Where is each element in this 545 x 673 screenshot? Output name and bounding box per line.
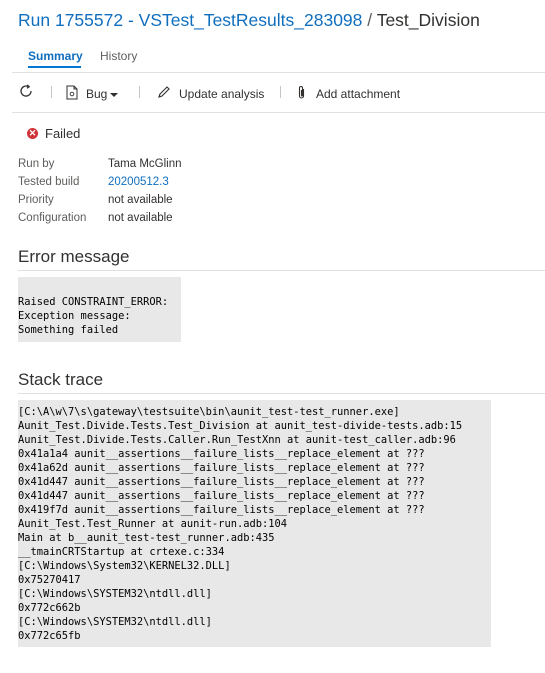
toolbar-separator	[51, 86, 52, 98]
toolbar-separator	[139, 86, 140, 98]
toolbar-separator	[280, 86, 281, 98]
stack-line: 0x419f7d aunit__assertions__failure_list…	[18, 504, 425, 516]
stack-line: [C:\A\w\7\s\gateway\testsuite\bin\aunit_…	[18, 406, 400, 418]
stack-line: 0x772c662b	[18, 602, 81, 614]
active-tab-indicator	[28, 66, 81, 68]
caret-down-icon	[110, 87, 119, 101]
stack-line: __tmainCRTStartup at crtexe.c:334	[18, 546, 225, 558]
stack-line: 0x772c65fb	[18, 630, 81, 642]
configuration-value: not available	[108, 212, 173, 224]
stack-line: [C:\Windows\SYSTEM32\ntdll.dll]	[18, 588, 212, 600]
stack-line: Aunit_Test.Divide.Tests.Caller.Run_TestX…	[18, 434, 456, 446]
priority-label: Priority	[18, 194, 54, 206]
error-message-box: Raised CONSTRAINT_ERROR: Exception messa…	[18, 277, 181, 342]
stack-line: 0x41d447 aunit__assertions__failure_list…	[18, 476, 425, 488]
stack-line: [C:\Windows\System32\KERNEL32.DLL]	[18, 560, 231, 572]
tab-history[interactable]: History	[100, 49, 137, 63]
run-by-value: Tama McGlinn	[108, 158, 182, 170]
stack-trace-lines: [C:\A\w\7\s\gateway\testsuite\bin\aunit_…	[18, 405, 462, 643]
stack-line: Aunit_Test.Test_Runner at aunit-run.adb:…	[18, 518, 287, 530]
status-label: Failed	[45, 126, 81, 141]
outcome-status: ✕ Failed	[27, 126, 80, 141]
stack-line: [C:\Windows\SYSTEM32\ntdll.dll]	[18, 616, 212, 628]
error-line: Exception message:	[18, 310, 131, 322]
failed-x-icon: ✕	[27, 128, 38, 139]
stack-trace-box: [C:\A\w\7\s\gateway\testsuite\bin\aunit_…	[18, 400, 491, 647]
refresh-icon	[18, 83, 34, 102]
run-link[interactable]: Run 1755572 - VSTest_TestResults_283098	[18, 10, 362, 30]
toolbar-divider-bottom	[12, 112, 545, 113]
update-analysis-button[interactable]: Update analysis	[157, 85, 264, 102]
add-attachment-button[interactable]: Add attachment	[297, 85, 400, 103]
paperclip-icon	[297, 85, 306, 103]
toolbar-divider-top	[12, 72, 545, 73]
stack-line: 0x41d447 aunit__assertions__failure_list…	[18, 490, 425, 502]
refresh-button[interactable]	[18, 83, 34, 102]
section-divider	[18, 393, 545, 394]
bug-button[interactable]: Bug	[66, 85, 119, 103]
error-line: Something failed	[18, 324, 119, 336]
breadcrumb-separator: /	[367, 10, 373, 30]
bug-document-icon	[66, 85, 78, 103]
stack-line: 0x41a62d aunit__assertions__failure_list…	[18, 462, 425, 474]
test-name: Test_Division	[376, 10, 480, 30]
bug-label: Bug	[86, 87, 108, 101]
error-line: Raised CONSTRAINT_ERROR:	[18, 296, 169, 308]
tested-build-label: Tested build	[18, 176, 80, 188]
page-title: Run 1755572 - VSTest_TestResults_283098 …	[18, 10, 480, 31]
tested-build-link[interactable]: 20200512.3	[108, 176, 169, 188]
tab-summary[interactable]: Summary	[28, 49, 83, 63]
stack-trace-title: Stack trace	[18, 370, 104, 389]
pencil-icon	[157, 85, 171, 102]
stack-line: Main at b__aunit_test-test_runner.adb:43…	[18, 532, 275, 544]
stack-line: Aunit_Test.Divide.Tests.Test_Division at…	[18, 420, 463, 432]
run-by-label: Run by	[18, 158, 55, 170]
configuration-label: Configuration	[18, 212, 87, 224]
error-message-title: Error message	[18, 247, 130, 266]
update-analysis-label: Update analysis	[179, 86, 265, 101]
add-attachment-label: Add attachment	[316, 87, 401, 101]
section-divider	[18, 270, 545, 271]
priority-value: not available	[108, 194, 173, 206]
stack-line: 0x75270417	[18, 574, 81, 586]
stack-line: 0x41a1a4 aunit__assertions__failure_list…	[18, 448, 425, 460]
